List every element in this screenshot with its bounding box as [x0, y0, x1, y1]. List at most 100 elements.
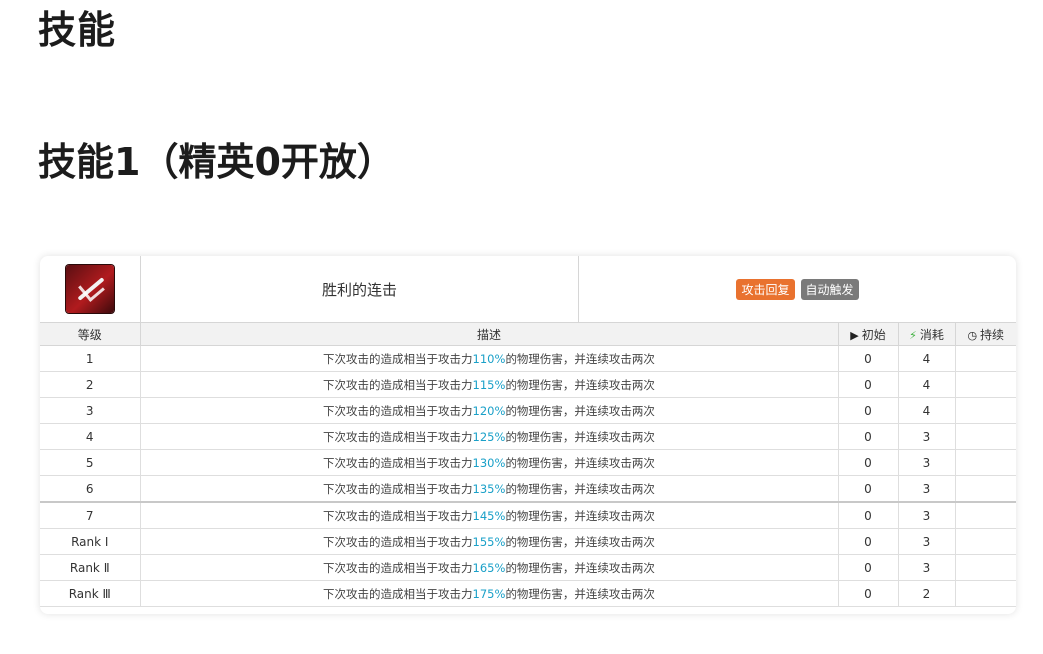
- table-row: 6 下次攻击的造成相当于攻击力135%的物理伤害，并连续攻击两次 0 3: [40, 475, 1016, 503]
- row-init: 0: [838, 397, 899, 424]
- desc-suffix: 的物理伤害，并连续攻击两次: [505, 508, 655, 523]
- section-title: 技能1（精英0开放）: [38, 140, 395, 184]
- row-duration: [955, 475, 1016, 503]
- desc-prefix: 下次攻击的造成相当于攻击力: [323, 455, 473, 470]
- desc-suffix: 的物理伤害，并连续攻击两次: [505, 429, 655, 444]
- play-icon: ▶: [850, 328, 859, 342]
- desc-pct: 135%: [472, 481, 506, 496]
- desc-prefix: 下次攻击的造成相当于攻击力: [323, 586, 473, 601]
- table-row: 3 下次攻击的造成相当于攻击力120%的物理伤害，并连续攻击两次 0 4: [40, 397, 1016, 424]
- header-init-label: 初始: [861, 327, 886, 342]
- desc-pct: 115%: [472, 377, 506, 392]
- table-row: 1 下次攻击的造成相当于攻击力110%的物理伤害，并连续攻击两次 0 4: [40, 345, 1016, 372]
- table-row: Rank Ⅱ 下次攻击的造成相当于攻击力165%的物理伤害，并连续攻击两次 0 3: [40, 554, 1016, 581]
- row-init: 0: [838, 475, 899, 503]
- table-row: 7 下次攻击的造成相当于攻击力145%的物理伤害，并连续攻击两次 0 3: [40, 501, 1016, 529]
- row-init: 0: [838, 528, 899, 555]
- row-desc: 下次攻击的造成相当于攻击力115%的物理伤害，并连续攻击两次: [140, 371, 839, 398]
- row-cost: 3: [898, 449, 956, 476]
- row-level: 7: [40, 501, 141, 529]
- skill-header: 胜利的连击 攻击回复 自动触发: [40, 256, 1016, 323]
- row-init: 0: [838, 345, 899, 372]
- table-row: 4 下次攻击的造成相当于攻击力125%的物理伤害，并连续攻击两次 0 3: [40, 423, 1016, 450]
- skill-level-table: 等级 描述 ▶ 初始 ⚡ 消耗 ◷ 持续 1 下次攻击的造成相当于攻击力110%的物理伤…: [40, 323, 1016, 607]
- row-init: 0: [838, 371, 899, 398]
- row-init: 0: [838, 423, 899, 450]
- desc-suffix: 的物理伤害，并连续攻击两次: [505, 481, 655, 496]
- row-duration: [955, 371, 1016, 398]
- row-cost: 4: [898, 371, 956, 398]
- row-cost: 3: [898, 475, 956, 503]
- row-level: Rank Ⅰ: [40, 528, 141, 555]
- row-level: Rank Ⅱ: [40, 554, 141, 581]
- header-duration-label: 持续: [980, 327, 1005, 342]
- row-cost: 3: [898, 501, 956, 529]
- skill-icon-cell: [40, 256, 141, 322]
- row-desc: 下次攻击的造成相当于攻击力155%的物理伤害，并连续攻击两次: [140, 528, 839, 555]
- desc-suffix: 的物理伤害，并连续攻击两次: [505, 560, 655, 575]
- table-body: 1 下次攻击的造成相当于攻击力110%的物理伤害，并连续攻击两次 0 4 2 下次攻击的…: [40, 345, 1016, 607]
- row-level: Rank Ⅲ: [40, 580, 141, 607]
- page-title: 技能: [38, 8, 117, 52]
- header-duration: ◷ 持续: [955, 323, 1016, 346]
- row-desc: 下次攻击的造成相当于攻击力145%的物理伤害，并连续攻击两次: [140, 501, 839, 529]
- row-duration: [955, 580, 1016, 607]
- row-init: 0: [838, 501, 899, 529]
- clock-icon: ◷: [967, 328, 978, 342]
- desc-suffix: 的物理伤害，并连续攻击两次: [505, 351, 655, 366]
- header-level: 等级: [40, 323, 141, 346]
- desc-suffix: 的物理伤害，并连续攻击两次: [505, 377, 655, 392]
- row-desc: 下次攻击的造成相当于攻击力135%的物理伤害，并连续攻击两次: [140, 475, 839, 503]
- desc-suffix: 的物理伤害，并连续攻击两次: [505, 586, 655, 601]
- row-duration: [955, 345, 1016, 372]
- desc-prefix: 下次攻击的造成相当于攻击力: [323, 377, 473, 392]
- header-cost-label: 消耗: [919, 327, 944, 342]
- desc-pct: 165%: [472, 560, 506, 575]
- row-cost: 3: [898, 528, 956, 555]
- row-duration: [955, 423, 1016, 450]
- row-desc: 下次攻击的造成相当于攻击力165%的物理伤害，并连续攻击两次: [140, 554, 839, 581]
- desc-prefix: 下次攻击的造成相当于攻击力: [323, 508, 473, 523]
- row-desc: 下次攻击的造成相当于攻击力110%的物理伤害，并连续攻击两次: [140, 345, 839, 372]
- desc-suffix: 的物理伤害，并连续攻击两次: [505, 403, 655, 418]
- lightning-icon: ⚡: [909, 328, 917, 342]
- table-row: Rank Ⅰ 下次攻击的造成相当于攻击力155%的物理伤害，并连续攻击两次 0 3: [40, 528, 1016, 555]
- tag-auto-trigger: 自动触发: [800, 278, 859, 300]
- skill-tags: 攻击回复 自动触发: [579, 256, 1016, 322]
- desc-pct: 120%: [472, 403, 506, 418]
- desc-prefix: 下次攻击的造成相当于攻击力: [323, 429, 473, 444]
- row-cost: 2: [898, 580, 956, 607]
- header-cost: ⚡ 消耗: [898, 323, 956, 346]
- header-init: ▶ 初始: [838, 323, 899, 346]
- row-duration: [955, 501, 1016, 529]
- row-duration: [955, 528, 1016, 555]
- row-desc: 下次攻击的造成相当于攻击力120%的物理伤害，并连续攻击两次: [140, 397, 839, 424]
- desc-pct: 155%: [472, 534, 506, 549]
- desc-suffix: 的物理伤害，并连续攻击两次: [505, 534, 655, 549]
- row-desc: 下次攻击的造成相当于攻击力175%的物理伤害，并连续攻击两次: [140, 580, 839, 607]
- desc-prefix: 下次攻击的造成相当于攻击力: [323, 534, 473, 549]
- table-row: 2 下次攻击的造成相当于攻击力115%的物理伤害，并连续攻击两次 0 4: [40, 371, 1016, 398]
- row-desc: 下次攻击的造成相当于攻击力125%的物理伤害，并连续攻击两次: [140, 423, 839, 450]
- table-row: 5 下次攻击的造成相当于攻击力130%的物理伤害，并连续攻击两次 0 3: [40, 449, 1016, 476]
- table-header-row: 等级 描述 ▶ 初始 ⚡ 消耗 ◷ 持续: [40, 323, 1016, 346]
- desc-prefix: 下次攻击的造成相当于攻击力: [323, 403, 473, 418]
- row-level: 3: [40, 397, 141, 424]
- desc-prefix: 下次攻击的造成相当于攻击力: [323, 560, 473, 575]
- row-cost: 3: [898, 423, 956, 450]
- table-row: Rank Ⅲ 下次攻击的造成相当于攻击力175%的物理伤害，并连续攻击两次 0 2: [40, 580, 1016, 607]
- desc-pct: 175%: [472, 586, 506, 601]
- skill-card: 胜利的连击 攻击回复 自动触发 等级 描述 ▶ 初始 ⚡ 消耗 ◷ 持续 1 下次攻击的…: [40, 256, 1016, 614]
- row-level: 1: [40, 345, 141, 372]
- row-cost: 3: [898, 554, 956, 581]
- row-duration: [955, 554, 1016, 581]
- row-init: 0: [838, 554, 899, 581]
- desc-pct: 125%: [472, 429, 506, 444]
- desc-suffix: 的物理伤害，并连续攻击两次: [505, 455, 655, 470]
- row-level: 2: [40, 371, 141, 398]
- desc-pct: 130%: [472, 455, 506, 470]
- row-init: 0: [838, 449, 899, 476]
- skill-name: 胜利的连击: [141, 256, 579, 322]
- row-level: 5: [40, 449, 141, 476]
- row-duration: [955, 449, 1016, 476]
